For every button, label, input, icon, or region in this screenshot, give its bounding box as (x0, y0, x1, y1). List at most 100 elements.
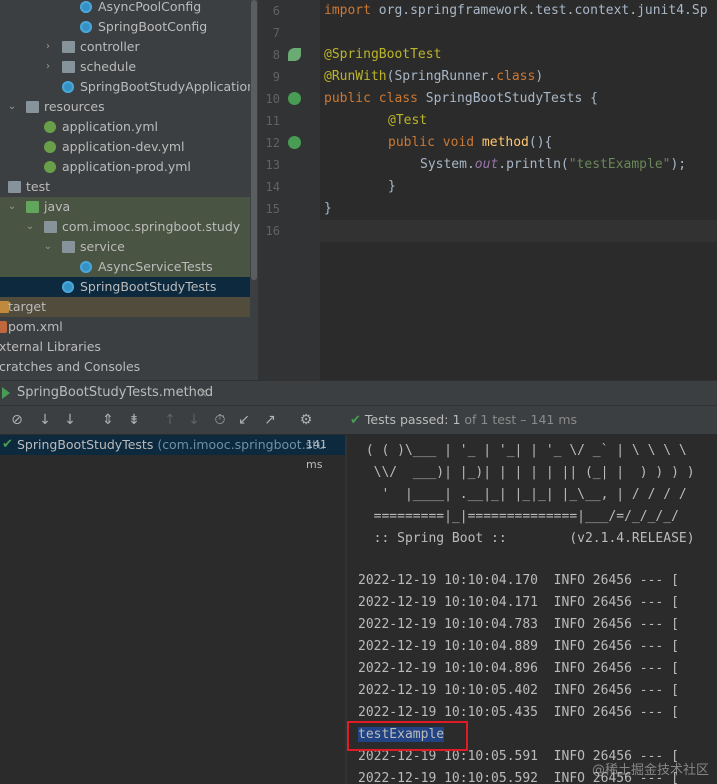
line-number: 7 (272, 26, 280, 40)
tree-item-target[interactable]: target (0, 297, 250, 317)
tree-item-label: resources (44, 99, 105, 114)
code-line-12: public void method(){ (388, 135, 553, 150)
run-test-icon[interactable] (288, 136, 301, 149)
tree-item-asyncservicetests[interactable]: AsyncServiceTests (0, 257, 250, 277)
log-line: 2022-12-19 10:10:04.171 INFO 26456 --- [ (358, 595, 679, 610)
console-output[interactable]: ( ( )\___ | '_ | '_| | '_ \/ _` | \ \ \ … (347, 435, 717, 784)
stop-icon[interactable]: ⊘ (7, 410, 27, 430)
tree-item-label: controller (80, 39, 140, 54)
code-line-8: @SpringBootTest (324, 47, 442, 62)
tree-item-application-dev-yml[interactable]: application-dev.yml (0, 137, 250, 157)
expand-all-icon[interactable]: ⇕ (98, 410, 118, 430)
tree-item-label: xternal Libraries (0, 339, 101, 354)
tree-item-label: AsyncServiceTests (98, 259, 213, 274)
sort-duration-icon[interactable]: ↓ (60, 410, 80, 430)
editor-gutter: 6 7 8 9 10 11 12 13 14 15 16 (258, 0, 320, 380)
tree-item-schedule[interactable]: › schedule (0, 57, 250, 77)
run-config-icon (2, 387, 10, 399)
test-runner-toolbar: ⊘ ↓ ↓ ⇕ ⇟ ↑ ↓ ⏱ ↙ ↗ ⚙ ✔ Tests passed: 1 … (0, 406, 717, 435)
chevron-down-icon[interactable]: ⌄ (6, 97, 18, 117)
tree-item-springbootstudytests[interactable]: SpringBootStudyTests (0, 277, 250, 297)
run-tab-header[interactable]: SpringBootStudyTests.method × (0, 381, 717, 406)
package-icon (44, 221, 57, 233)
run-test-icon[interactable] (288, 92, 301, 105)
tree-scrollbar[interactable] (250, 0, 258, 380)
code-line-15: } (324, 201, 332, 216)
tree-item-controller[interactable]: › controller (0, 37, 250, 57)
tests-passed-label: Tests passed: (364, 412, 449, 427)
chevron-down-icon[interactable]: ⌄ (42, 237, 54, 257)
tree-item-label: target (8, 299, 47, 314)
tree-item-application-yml[interactable]: application.yml (0, 117, 250, 137)
banner-line: =========|_|==============|___/=/_/_/_/ (358, 509, 679, 524)
log-line: 2022-12-19 10:10:04.889 INFO 26456 --- [ (358, 639, 679, 654)
history-icon[interactable]: ⏱ (210, 410, 230, 430)
test-duration: 141 ms (306, 438, 327, 471)
chevron-down-icon[interactable]: ⌄ (6, 197, 18, 217)
tree-item-label: application-dev.yml (62, 139, 185, 154)
import-tests-icon[interactable]: ↙ (234, 410, 254, 430)
next-failed-icon[interactable]: ↓ (184, 410, 204, 430)
banner-line: ( ( )\___ | '_ | '_| | '_ \/ _` | \ \ \ … (358, 443, 687, 458)
class-icon (80, 1, 92, 13)
package-icon (62, 241, 75, 253)
tree-item-application-prod-yml[interactable]: application-prod.yml (0, 157, 250, 177)
tree-item-test[interactable]: test (0, 177, 250, 197)
yaml-icon (44, 161, 56, 173)
watermark: @稀土掘金技术社区 (591, 763, 709, 778)
line-number: 13 (265, 158, 280, 172)
spring-bean-icon[interactable] (288, 48, 301, 61)
chevron-down-icon[interactable]: ⌄ (24, 217, 36, 237)
scrollbar-thumb[interactable] (251, 0, 257, 280)
tree-item-asyncpoolconfig[interactable]: AsyncPoolConfig (0, 0, 250, 17)
code-line-9: @RunWith(SpringRunner.class) (324, 69, 544, 84)
tree-item-springbootstudyapplication[interactable]: SpringBootStudyApplication (0, 77, 255, 97)
log-line: 2022-12-19 10:10:04.783 INFO 26456 --- [ (358, 617, 679, 632)
line-number: 9 (272, 70, 280, 84)
line-number: 15 (265, 202, 280, 216)
tree-item-package-study[interactable]: ⌄ com.imooc.springboot.study (0, 217, 250, 237)
prev-failed-icon[interactable]: ↑ (160, 410, 180, 430)
tree-item-label: schedule (80, 59, 137, 74)
folder-icon (62, 41, 75, 53)
code-line-6: import org.springframework.test.context.… (324, 3, 708, 18)
check-icon: ✔ (2, 437, 13, 452)
tree-item-label: java (44, 199, 71, 214)
code-line-11: @Test (388, 113, 428, 128)
tree-item-java[interactable]: ⌄ java (0, 197, 250, 217)
code-editor[interactable]: import org.springframework.test.context.… (320, 0, 717, 380)
line-number: 12 (265, 136, 280, 150)
banner-line: :: Spring Boot :: (v2.1.4.RELEASE) (358, 531, 695, 546)
tree-item-springbootconfig[interactable]: SpringBootConfig (0, 17, 250, 37)
tree-item-pom-xml[interactable]: pom.xml (0, 317, 250, 337)
tree-item-label: pom.xml (8, 319, 63, 334)
log-line: 2022-12-19 10:10:04.170 INFO 26456 --- [ (358, 573, 679, 588)
tree-item-external-libraries[interactable]: xternal Libraries (0, 337, 250, 357)
log-line: 2022-12-19 10:10:05.402 INFO 26456 --- [ (358, 683, 679, 698)
tree-item-label: SpringBootConfig (98, 19, 208, 34)
sort-alpha-icon[interactable]: ↓ (35, 410, 55, 430)
chevron-right-icon[interactable]: › (42, 57, 54, 77)
tree-item-service[interactable]: ⌄ service (0, 237, 250, 257)
close-icon[interactable]: × (198, 381, 208, 405)
export-tests-icon[interactable]: ↗ (260, 410, 280, 430)
test-result-row[interactable]: ✔ SpringBootStudyTests (com.imooc.spring… (0, 435, 345, 471)
yaml-icon (44, 141, 56, 153)
gear-icon[interactable]: ⚙ (296, 410, 316, 430)
run-tab-label[interactable]: SpringBootStudyTests.method (17, 381, 213, 405)
resources-folder-icon (26, 101, 39, 113)
folder-icon (8, 181, 21, 193)
tree-item-resources[interactable]: ⌄ resources (0, 97, 250, 117)
test-results-tree: ✔ SpringBootStudyTests (com.imooc.spring… (0, 435, 345, 784)
tree-item-label: test (26, 179, 51, 194)
line-number: 11 (265, 114, 280, 128)
log-line: 2022-12-19 10:10:04.896 INFO 26456 --- [ (358, 661, 679, 676)
tree-item-scratches[interactable]: cratches and Consoles (0, 357, 250, 377)
line-number: 8 (272, 48, 280, 62)
chevron-right-icon[interactable]: › (42, 37, 54, 57)
tree-item-label: application-prod.yml (62, 159, 191, 174)
tests-total-label: of 1 test – 141 ms (464, 412, 578, 427)
collapse-all-icon[interactable]: ⇟ (124, 410, 144, 430)
highlight-annotation-box (347, 721, 468, 751)
test-result-name: SpringBootStudyTests (com.imooc.springbo… (17, 437, 326, 452)
